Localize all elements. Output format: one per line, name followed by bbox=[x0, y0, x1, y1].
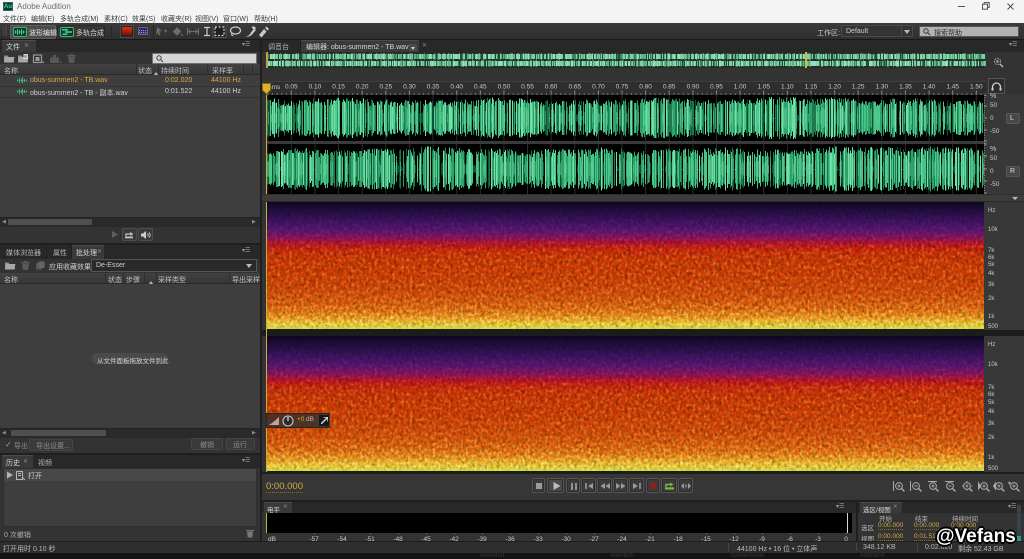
svg-text:1.35: 1.35 bbox=[899, 84, 912, 91]
svg-text:1.05: 1.05 bbox=[757, 84, 770, 91]
svg-text:1.15: 1.15 bbox=[805, 84, 818, 91]
svg-text:0.55: 0.55 bbox=[521, 84, 534, 91]
svg-text:1.25: 1.25 bbox=[852, 84, 865, 91]
svg-text:0.70: 0.70 bbox=[592, 84, 605, 91]
svg-text:0.45: 0.45 bbox=[474, 84, 487, 91]
svg-text:0.75: 0.75 bbox=[616, 84, 629, 91]
svg-text:0.30: 0.30 bbox=[403, 84, 416, 91]
svg-text:1.30: 1.30 bbox=[875, 84, 888, 91]
svg-text:0.60: 0.60 bbox=[545, 84, 558, 91]
svg-text:1.40: 1.40 bbox=[923, 84, 936, 91]
svg-text:0.90: 0.90 bbox=[687, 84, 700, 91]
svg-text:0.65: 0.65 bbox=[568, 84, 581, 91]
svg-text:1.45: 1.45 bbox=[946, 84, 959, 91]
svg-text:0.85: 0.85 bbox=[663, 84, 676, 91]
svg-text:0.35: 0.35 bbox=[427, 84, 440, 91]
svg-text:1.20: 1.20 bbox=[828, 84, 841, 91]
svg-text:0.80: 0.80 bbox=[639, 84, 652, 91]
svg-text:0.95: 0.95 bbox=[710, 84, 723, 91]
svg-text:1.10: 1.10 bbox=[781, 84, 794, 91]
svg-text:0.50: 0.50 bbox=[498, 84, 511, 91]
svg-text:1.00: 1.00 bbox=[734, 84, 747, 91]
svg-text:0.20: 0.20 bbox=[356, 84, 369, 91]
svg-text:0.25: 0.25 bbox=[379, 84, 392, 91]
svg-text:0.15: 0.15 bbox=[332, 84, 345, 91]
svg-text:1.50: 1.50 bbox=[970, 84, 983, 91]
svg-text:0.10: 0.10 bbox=[309, 84, 322, 91]
svg-text:0.05: 0.05 bbox=[285, 84, 298, 91]
svg-text:0.40: 0.40 bbox=[450, 84, 463, 91]
